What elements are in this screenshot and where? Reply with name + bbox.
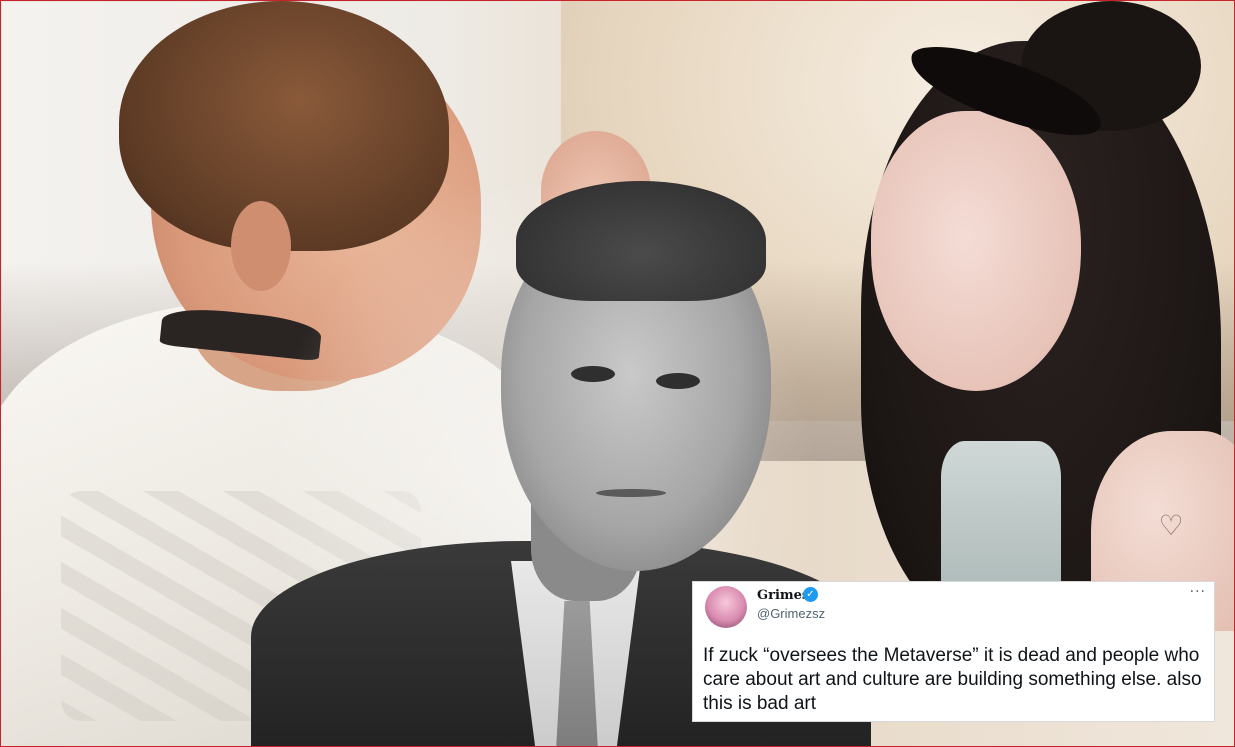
- right-person-face: [871, 111, 1081, 391]
- tweet-display-name[interactable]: Grimes: [757, 588, 809, 603]
- tweet-card: Grimes ✓ @Grimezsz ··· If zuck “oversees…: [692, 581, 1215, 722]
- center-person-right-eye: [656, 373, 700, 389]
- tweet-handle[interactable]: @Grimezsz: [757, 606, 825, 621]
- center-person-left-eye: [571, 366, 615, 382]
- image-frame: ♡ Grimes ✓ @Grimezsz ··· If zuck “overse…: [0, 0, 1235, 747]
- center-person-mouth: [596, 489, 666, 497]
- tweet-text: If zuck “oversees the Metaverse” it is d…: [703, 645, 1202, 714]
- more-horizontal-icon[interactable]: ···: [1190, 584, 1206, 600]
- center-person-hair: [516, 181, 766, 301]
- heart-tattoo-icon: ♡: [1158, 509, 1184, 542]
- avatar[interactable]: [705, 586, 747, 628]
- check-badge-icon: ✓: [803, 587, 818, 602]
